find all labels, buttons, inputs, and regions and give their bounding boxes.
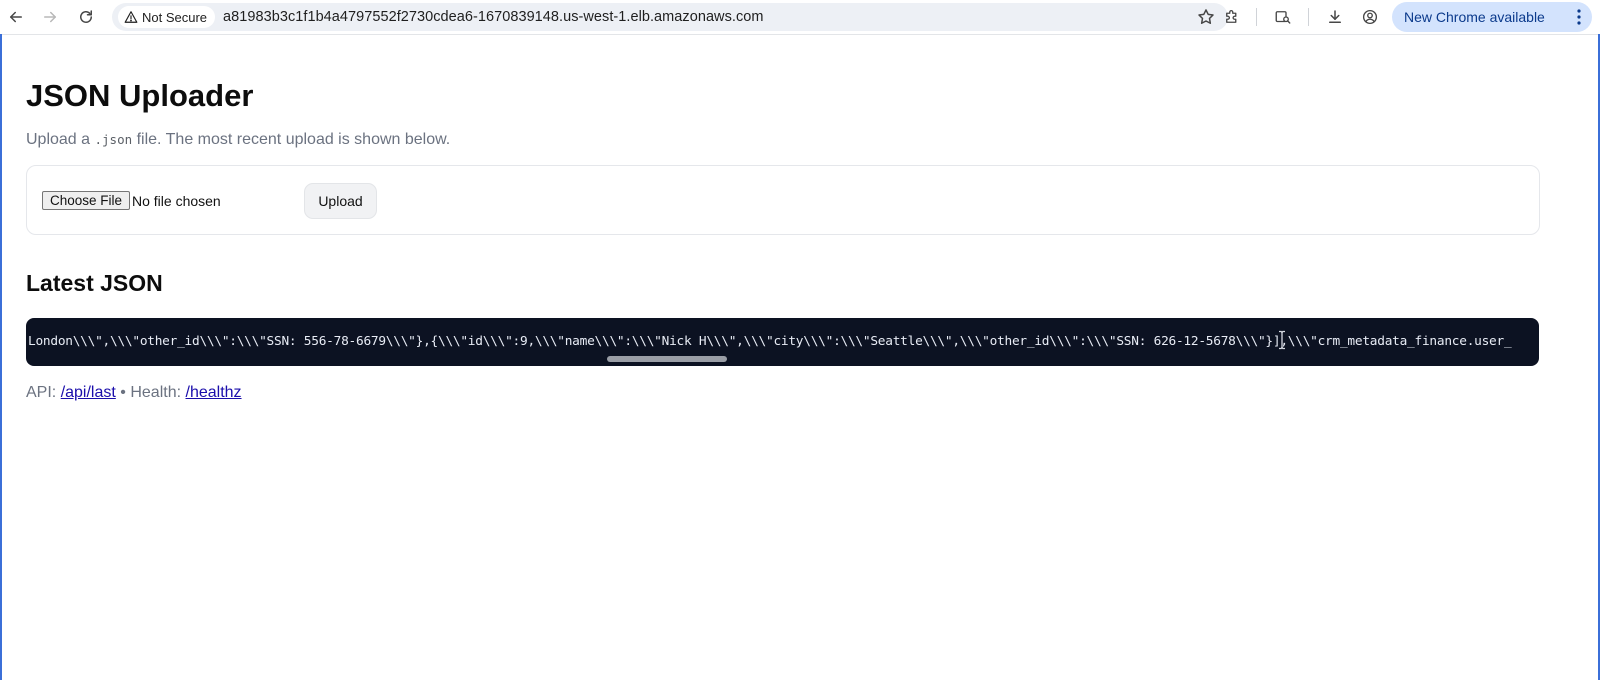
profile-icon — [1362, 9, 1378, 25]
arrow-left-icon — [10, 11, 22, 23]
json-code-block[interactable]: London\\\",\\\"other_id\\\":\\\"SSN: 556… — [26, 318, 1539, 366]
toolbar-divider — [1308, 8, 1309, 26]
separator-bullet: • — [120, 384, 126, 401]
chrome-update-button[interactable]: New Chrome available — [1392, 2, 1592, 32]
json-content[interactable]: London\\\",\\\"other_id\\\":\\\"SSN: 556… — [28, 334, 1512, 349]
toolbar-divider — [1256, 8, 1257, 26]
more-vert-icon[interactable] — [1576, 8, 1582, 26]
subtitle-text: Upload a — [26, 131, 95, 148]
warning-icon — [124, 11, 138, 23]
page-subtitle: Upload a .json file. The most recent upl… — [26, 131, 450, 149]
address-bar[interactable]: Not Secure a81983b3c1f1b4a4797552f2730cd… — [112, 3, 1228, 31]
tab-search-icon — [1275, 11, 1291, 24]
horizontal-scrollbar[interactable] — [607, 356, 727, 362]
api-links: API: /api/last • Health: /healthz — [26, 384, 242, 402]
reload-button[interactable] — [72, 3, 100, 31]
health-label: Health: — [130, 384, 182, 401]
subtitle-text: file. The most recent upload is shown be… — [132, 131, 451, 148]
api-label: API: — [26, 384, 57, 401]
puzzle-icon — [1226, 10, 1237, 23]
browser-toolbar: Not Secure a81983b3c1f1b4a4797552f2730cd… — [0, 0, 1600, 35]
extensions-button[interactable] — [1221, 6, 1243, 28]
back-button[interactable] — [2, 3, 30, 31]
profile-button[interactable] — [1359, 6, 1381, 28]
tab-search-button[interactable] — [1272, 6, 1294, 28]
choose-file-button[interactable]: Choose File — [42, 191, 131, 210]
text-cursor-icon — [1279, 330, 1285, 350]
api-last-link[interactable]: /api/last — [61, 384, 116, 401]
update-label: New Chrome available — [1404, 9, 1545, 25]
latest-json-heading: Latest JSON — [26, 270, 163, 296]
reload-icon — [80, 10, 92, 23]
healthz-link[interactable]: /healthz — [186, 384, 242, 401]
upload-card: Choose File No file chosen Upload — [26, 165, 1540, 235]
security-chip[interactable]: Not Secure — [118, 6, 216, 28]
arrow-right-icon — [44, 11, 56, 23]
forward-button[interactable] — [36, 3, 64, 31]
bookmark-star-icon[interactable] — [1196, 7, 1216, 27]
url-text[interactable]: a81983b3c1f1b4a4797552f2730cdea6-1670839… — [223, 9, 763, 25]
download-icon — [1329, 10, 1341, 23]
upload-button[interactable]: Upload — [304, 183, 377, 219]
page-title: JSON Uploader — [26, 78, 254, 113]
file-status-label: No file chosen — [132, 193, 221, 209]
security-label: Not Secure — [142, 9, 208, 25]
window-edge — [0, 34, 2, 680]
subtitle-code: .json — [94, 132, 133, 147]
downloads-button[interactable] — [1324, 6, 1346, 28]
